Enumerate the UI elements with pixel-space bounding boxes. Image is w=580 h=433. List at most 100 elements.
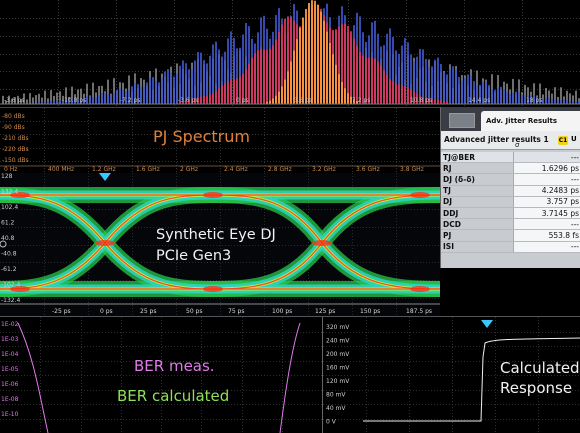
eye-title-line2: PCIe Gen3: [156, 248, 231, 264]
results-row-value: 3.7145 ps: [514, 207, 580, 218]
pj-x-tick: 3.6 GHz: [356, 166, 380, 173]
histogram-bar-red: [389, 79, 391, 104]
unit-badge[interactable]: U: [571, 135, 577, 143]
results-row: RJ1.6296 ps: [441, 163, 580, 174]
histogram-bar-orange: [320, 12, 322, 104]
histogram-bar-red: [266, 50, 268, 104]
histogram-bar-red: [434, 99, 436, 104]
histogram-bar-blue: [155, 81, 157, 104]
eye-x-tick: 75 ps: [228, 308, 244, 315]
pj-x-tick: 400 MHz: [48, 166, 74, 173]
histogram-bar-red: [221, 86, 223, 104]
histogram-x-tick: 7.2 ps: [352, 97, 370, 104]
results-row-label: DDJ: [441, 207, 514, 218]
histogram-bar-red: [206, 96, 208, 104]
histogram-bar-blue: [152, 77, 154, 104]
step-y-tick: 80 mV: [326, 392, 346, 399]
histogram-bar-orange: [332, 54, 334, 104]
results-row-value: 4.2483 ps: [514, 185, 580, 196]
step-marker-icon[interactable]: [481, 320, 493, 328]
histogram-bar-red: [212, 93, 214, 104]
step-y-tick: 40 mV: [326, 405, 346, 412]
step-y-tick: 200 mV: [326, 351, 350, 358]
eye-x-tick: 0 ps: [100, 308, 113, 315]
histogram-x-tick: 0 ps: [236, 97, 249, 104]
pj-y-tick: -220 dBs: [2, 146, 29, 153]
histogram-bar-blue: [107, 94, 109, 104]
pj-x-tick: 2.4 GHz: [224, 166, 248, 173]
histogram-x-tick: 18 ps: [526, 97, 542, 104]
histogram-bar-orange: [281, 86, 283, 104]
histogram-bar-red: [392, 82, 394, 104]
eye-diagram-chart: 128132.4102.461.240.8-40.8-61.2-102.4-13…: [0, 173, 440, 316]
histogram-bar-blue: [509, 94, 511, 104]
ber-y-tick: 1E-10: [1, 411, 19, 418]
ber-y-tick: 1E-05: [1, 366, 19, 373]
histogram-bar-orange: [347, 93, 349, 104]
channel-badge[interactable]: C1: [558, 136, 568, 145]
histogram-bar-blue: [437, 58, 439, 104]
ber-curve-left: [18, 323, 48, 433]
histogram-bar-blue: [167, 69, 169, 104]
histogram-bar-blue: [566, 100, 568, 104]
results-row-value: ---: [514, 152, 580, 163]
histogram-x-tick: 10.8 ps: [410, 97, 432, 104]
histogram-bar-blue: [443, 72, 445, 104]
histogram-bar-blue: [173, 77, 175, 104]
results-row-label: ISI: [441, 241, 514, 252]
histogram-bar-red: [347, 26, 349, 104]
results-tab-icon[interactable]: [449, 113, 475, 128]
ber-y-tick: 1E-04: [1, 351, 19, 358]
results-row: DDJ3.7145 ps: [441, 207, 580, 218]
histogram-bar-red: [383, 70, 385, 104]
histogram-bar-red: [437, 100, 439, 104]
eye-y-tick: -132.4: [1, 297, 21, 304]
histogram-bar-blue: [560, 100, 562, 104]
eye-hotspot: [95, 240, 115, 246]
histogram-bar-blue: [563, 100, 565, 104]
results-row: TJ@BER---: [441, 152, 580, 163]
histogram-bar-red: [200, 97, 202, 104]
histogram-bar-orange: [299, 28, 301, 104]
histogram-bar-orange: [275, 96, 277, 104]
pj-y-tick: -80 dBs: [2, 113, 25, 120]
pj-x-tick: 3.8 GHz: [400, 166, 424, 173]
histogram-bar-blue: [434, 60, 436, 104]
histogram-bar-blue: [101, 93, 103, 104]
results-row-value: 3.757 ps: [514, 196, 580, 207]
histogram-bar-blue: [170, 73, 172, 104]
histogram-bar-blue: [506, 92, 508, 104]
histogram-bar-orange: [293, 51, 295, 104]
histogram-bar-blue: [521, 95, 523, 104]
pj-y-tick: -90 dBs: [2, 124, 25, 131]
histogram-bar-blue: [92, 97, 94, 104]
histogram-bar-blue: [161, 78, 163, 104]
histogram-bar-blue: [503, 89, 505, 104]
histogram-bar-red: [218, 88, 220, 104]
ber-y-tick: 1E-03: [1, 336, 19, 343]
histogram-bar-blue: [200, 53, 202, 104]
histogram-bar-blue: [455, 70, 457, 104]
tab-adv-jitter-results[interactable]: Adv. Jitter Results: [481, 111, 580, 131]
histogram-bar-blue: [419, 49, 421, 104]
ber-meas-label: BER meas.: [134, 357, 215, 375]
histogram-bar-orange: [314, 1, 316, 104]
histogram-bar-red: [257, 50, 259, 104]
results-row-label: RJ: [441, 163, 514, 174]
step-title-line1: Calculated: [500, 359, 580, 377]
histogram-bar-red: [227, 81, 229, 104]
histogram-bar-blue: [116, 90, 118, 104]
histogram-bar-red: [374, 59, 376, 104]
histogram-bar-grey: [29, 93, 31, 104]
histogram-bar-blue: [548, 98, 550, 104]
results-row: ISI---: [441, 241, 580, 252]
histogram-bar-red: [353, 38, 355, 104]
histogram-bar-red: [440, 100, 442, 104]
histogram-bar-blue: [497, 88, 499, 104]
histogram-bar-blue: [89, 96, 91, 104]
histogram-bar-blue: [104, 93, 106, 104]
histogram-bar-red: [401, 85, 403, 104]
histogram-x-tick: -7.2 ps: [120, 97, 141, 104]
histogram-bar-blue: [500, 87, 502, 104]
results-row-label: DCD: [441, 219, 514, 230]
